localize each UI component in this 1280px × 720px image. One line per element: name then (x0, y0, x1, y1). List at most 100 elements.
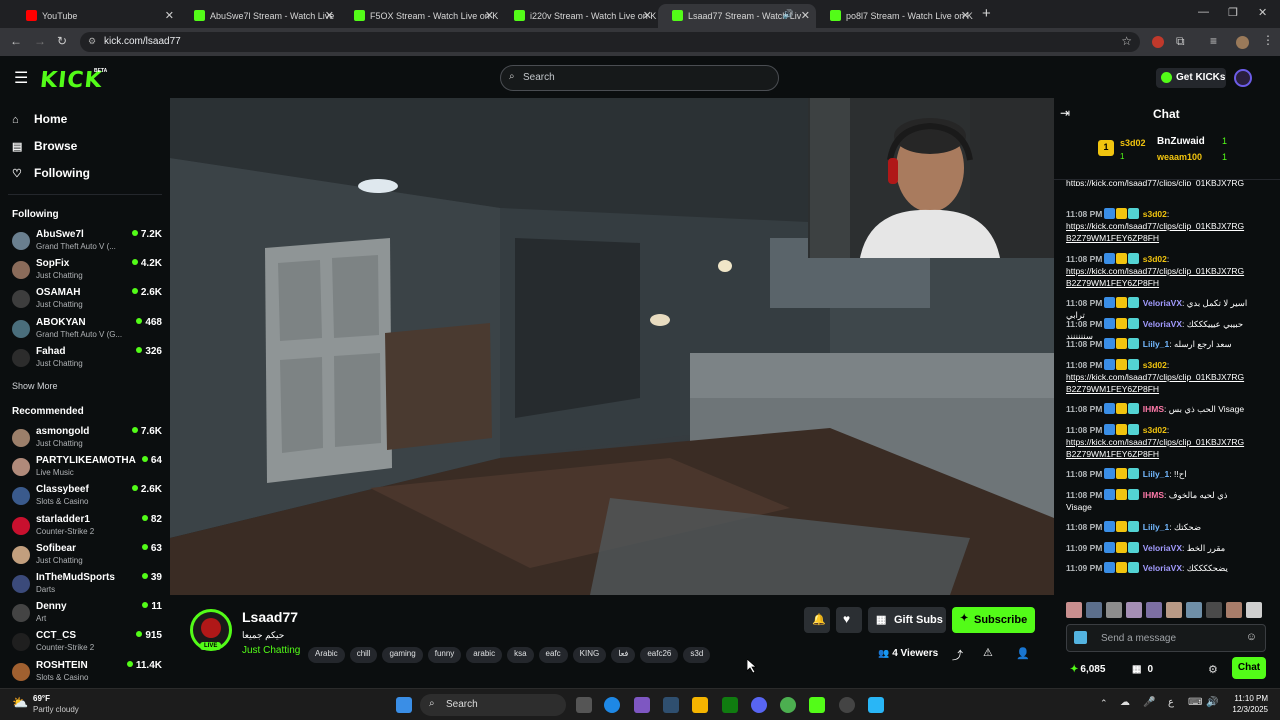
emote-icon[interactable] (1186, 602, 1202, 618)
file-explorer-icon[interactable] (692, 697, 708, 713)
close-tab-icon[interactable]: ✕ (325, 9, 334, 22)
discord-icon[interactable] (751, 697, 767, 713)
streamer-name[interactable]: Lsaad77 (242, 609, 298, 625)
stream-tag[interactable]: arabic (466, 647, 503, 663)
follow-heart-button[interactable]: ♥ (836, 607, 862, 633)
channel-item[interactable]: AbuSwe7l Grand Theft Auto V (... 7.2K (12, 229, 162, 257)
follow-user-icon[interactable]: 👤 (1016, 647, 1030, 660)
gift-subs-button[interactable]: ▦ Gift Subs (868, 607, 946, 633)
forward-icon[interactable]: → (34, 34, 46, 48)
task-view-icon[interactable] (576, 697, 592, 713)
share-icon[interactable]: ⤴ (952, 647, 963, 663)
network-icon[interactable]: ⌨ (1188, 697, 1202, 708)
minimize-icon[interactable]: — (1198, 6, 1209, 18)
close-tab-icon[interactable]: ✕ (961, 9, 970, 22)
address-bar[interactable]: ⚙ kick.com/lsaad77 ☆ (80, 32, 1140, 52)
emote-icon[interactable] (1146, 602, 1162, 618)
message-username[interactable]: VeloriaVX (1143, 543, 1182, 553)
channel-item[interactable]: Denny Art 11 (12, 601, 162, 629)
xbox-icon[interactable] (722, 697, 738, 713)
emote-icon[interactable] (1166, 602, 1182, 618)
emote-icon[interactable] (1226, 602, 1242, 618)
channel-item[interactable]: InTheMudSports Darts 39 (12, 572, 162, 600)
message-link[interactable]: B2Z79WM1FEY6ZP8FH (1066, 233, 1159, 243)
close-tab-icon[interactable]: ✕ (643, 9, 652, 22)
stream-tag[interactable]: فعا (611, 647, 636, 663)
leaderboard-user[interactable]: s3d02 (1120, 138, 1146, 148)
report-icon[interactable]: ⚠ (983, 646, 993, 659)
message-username[interactable]: Liily_1 (1143, 522, 1169, 532)
volume-icon[interactable]: 🔊 (1206, 697, 1218, 708)
video-player[interactable] (170, 98, 1054, 595)
hamburger-menu-icon[interactable]: ☰ (14, 68, 28, 88)
back-icon[interactable]: ← (10, 34, 22, 48)
close-window-icon[interactable]: ✕ (1258, 6, 1267, 19)
new-tab-button[interactable]: + (982, 5, 991, 22)
message-link[interactable]: B2Z79WM1FEY6ZP8FH (1066, 384, 1159, 394)
copilot-icon[interactable] (634, 697, 650, 713)
extensions-icon[interactable]: ⧉ (1176, 34, 1185, 49)
stream-tag[interactable]: gaming (382, 647, 423, 663)
browser-tab[interactable]: YouTube ✕ (12, 4, 180, 28)
restore-icon[interactable]: ❐ (1228, 6, 1238, 19)
channel-item[interactable]: OSAMAH Just Chatting 2.6K (12, 287, 162, 315)
close-tab-icon[interactable]: ✕ (485, 9, 494, 22)
clock-time[interactable]: 11:10 PM (1232, 694, 1268, 703)
get-kicks-button[interactable]: Get KICKs (1156, 68, 1226, 88)
message-username[interactable]: s3d02 (1143, 425, 1167, 435)
browser-tab[interactable]: i220v Stream - Watch Live on K ✕ (500, 4, 658, 28)
message-link[interactable]: https://kick.com/lsaad77/clips/clip_01KB… (1066, 221, 1244, 231)
media-icon[interactable]: ≡ (1210, 34, 1217, 48)
message-username[interactable]: Liily_1 (1143, 339, 1169, 349)
message-username[interactable]: s3d02 (1143, 254, 1167, 264)
stream-tag[interactable]: chill (349, 647, 378, 663)
stream-tag[interactable]: Arabic (308, 647, 345, 663)
chat-input[interactable]: Send a message ☺ (1066, 624, 1266, 652)
windows-start-icon[interactable] (396, 697, 412, 713)
taskbar-search[interactable]: ⌕ Search (420, 694, 566, 716)
browser-tab[interactable]: po8l7 Stream - Watch Live on K ✕ (816, 4, 976, 28)
gift-count[interactable]: ▦ 0 (1132, 664, 1153, 675)
channel-item[interactable]: Sofibear Just Chatting 63 (12, 543, 162, 571)
extension-icon[interactable] (1152, 36, 1164, 48)
kick-app-icon[interactable] (809, 697, 825, 713)
notification-bell-button[interactable]: 🔔 (804, 607, 830, 633)
channel-item[interactable]: Fahad Just Chatting 326 (12, 346, 162, 374)
message-username[interactable]: Liily_1 (1143, 469, 1169, 479)
chat-link-fragment[interactable]: https://kick.com/lsaad77/clips/clip_01KB… (1066, 178, 1266, 186)
onedrive-icon[interactable]: ☁ (1120, 697, 1130, 708)
close-tab-icon[interactable]: ✕ (165, 9, 174, 22)
channel-item[interactable]: PARTYLIKEAMOTHA Live Music 64 (12, 455, 162, 483)
message-username[interactable]: VeloriaVX (1143, 298, 1182, 308)
emote-icon[interactable] (1206, 602, 1222, 618)
message-username[interactable]: IHMS (1143, 404, 1164, 414)
message-link[interactable]: https://kick.com/lsaad77/clips/clip_01KB… (1066, 266, 1244, 276)
stream-tag[interactable]: ksa (507, 647, 534, 663)
browser-tab-active[interactable]: Lsaad77 Stream - Watch Liv 🔊 ✕ (658, 4, 816, 28)
profile-avatar[interactable] (1236, 36, 1249, 49)
edge-icon[interactable] (604, 697, 620, 713)
send-chat-button[interactable]: Chat (1232, 657, 1266, 679)
channel-item[interactable]: CCT_CS Counter-Strike 2 915 (12, 630, 162, 658)
channel-item[interactable]: SopFix Just Chatting 4.2K (12, 258, 162, 286)
emoji-icon[interactable]: ☺ (1246, 631, 1257, 643)
nav-home[interactable]: ⌂ Home (12, 112, 67, 126)
site-info-icon[interactable]: ⚙ (88, 36, 96, 47)
channel-item[interactable]: asmongold Just Chatting 7.6K (12, 426, 162, 454)
leaderboard-user[interactable]: weaam100 (1157, 152, 1202, 162)
channel-item[interactable]: starladder1 Counter-Strike 2 82 (12, 514, 162, 542)
browser-tab[interactable]: AbuSwe7l Stream - Watch Live ✕ (180, 4, 340, 28)
microphone-icon[interactable]: 🎤 (1143, 697, 1155, 708)
message-username[interactable]: VeloriaVX (1143, 563, 1182, 573)
user-avatar[interactable] (1234, 69, 1252, 87)
stream-tag[interactable]: funny (427, 647, 462, 663)
reload-icon[interactable]: ↻ (57, 34, 67, 48)
close-tab-icon[interactable]: ✕ (801, 9, 810, 22)
chat-settings-icon[interactable]: ⚙ (1208, 663, 1218, 676)
nav-browse[interactable]: ▤ Browse (12, 139, 77, 153)
channel-item[interactable]: ROSHTEIN Slots & Casino 11.4K (12, 660, 162, 688)
emote-icon[interactable] (1246, 602, 1262, 618)
browser-tab[interactable]: F5OX Stream - Watch Live on K ✕ (340, 4, 500, 28)
emote-icon[interactable] (1126, 602, 1142, 618)
message-link[interactable]: B2Z79WM1FEY6ZP8FH (1066, 278, 1159, 288)
